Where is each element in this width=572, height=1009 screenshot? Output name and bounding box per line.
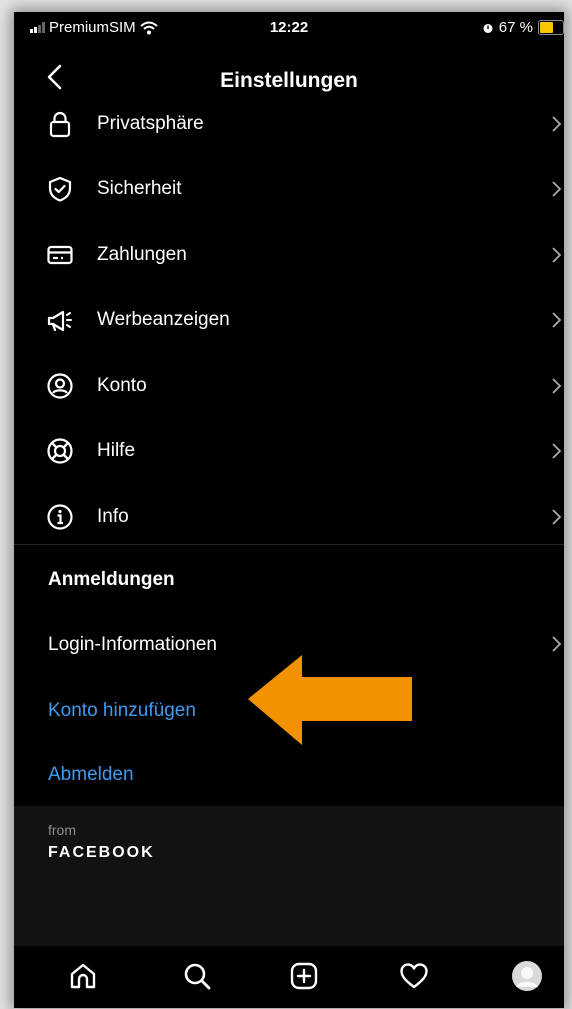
battery-icon	[538, 20, 564, 35]
chevron-right-icon	[552, 378, 562, 394]
menu-item-hilfe[interactable]: Hilfe	[14, 419, 564, 485]
menu-item-label: Werbeanzeigen	[97, 309, 230, 331]
menu-item-werbeanzeigen[interactable]: Werbeanzeigen	[14, 288, 564, 354]
menu-item-label: Konto	[97, 374, 147, 396]
settings-menu: Privatsphäre Sicherheit Zahlungen Werbea…	[14, 91, 564, 550]
menu-item-label: Sicherheit	[97, 178, 182, 200]
menu-item-privatsphaere[interactable]: Privatsphäre	[14, 91, 564, 157]
chevron-right-icon	[552, 312, 562, 328]
page-title: Einstellungen	[220, 69, 358, 92]
section-divider	[14, 544, 564, 545]
new-post-icon[interactable]	[288, 960, 320, 992]
search-icon[interactable]	[181, 960, 213, 992]
menu-item-label: Hilfe	[97, 440, 136, 462]
phone-screen: PremiumSIM 12:22 67 % Einstellungen Priv…	[14, 12, 564, 1008]
status-bar: PremiumSIM 12:22 67 %	[14, 12, 564, 46]
add-account-link[interactable]: Konto hinzufügen	[48, 700, 196, 722]
battery-percent: 67 %	[498, 19, 533, 36]
account-circle-icon	[47, 373, 73, 399]
menu-item-konto[interactable]: Konto	[14, 353, 564, 419]
menu-item-label: Privatsphäre	[97, 112, 204, 134]
footer: from FACEBOOK	[14, 806, 564, 946]
annotation-arrow-icon	[248, 655, 412, 745]
battery-fill	[540, 22, 553, 33]
credit-card-icon	[47, 245, 73, 264]
footer-from: from	[48, 822, 76, 838]
chevron-right-icon	[552, 636, 562, 652]
chevron-right-icon	[552, 443, 562, 459]
shield-check-icon	[48, 177, 72, 202]
activity-heart-icon[interactable]	[398, 960, 430, 992]
info-icon	[47, 504, 73, 530]
tab-bar	[14, 946, 564, 1008]
menu-item-zahlungen[interactable]: Zahlungen	[14, 222, 564, 288]
chevron-right-icon	[552, 509, 562, 525]
chevron-right-icon	[552, 247, 562, 263]
menu-item-label: Zahlungen	[97, 243, 187, 265]
lifebuoy-icon	[47, 438, 73, 464]
alarm-icon	[483, 23, 493, 33]
logout-link[interactable]: Abmelden	[48, 764, 134, 786]
status-right: 67 %	[482, 19, 564, 36]
menu-item-sicherheit[interactable]: Sicherheit	[14, 157, 564, 223]
lock-icon	[49, 111, 71, 137]
megaphone-icon	[47, 311, 72, 332]
login-info-label: Login-Informationen	[48, 634, 217, 655]
home-icon[interactable]	[67, 960, 99, 992]
section-title-anmeldungen: Anmeldungen	[48, 569, 175, 590]
chevron-right-icon	[552, 181, 562, 197]
menu-item-label: Info	[97, 505, 129, 527]
chevron-right-icon	[552, 116, 562, 132]
footer-brand: FACEBOOK	[48, 844, 155, 861]
menu-item-info[interactable]: Info	[14, 484, 564, 550]
profile-avatar[interactable]	[511, 960, 543, 992]
